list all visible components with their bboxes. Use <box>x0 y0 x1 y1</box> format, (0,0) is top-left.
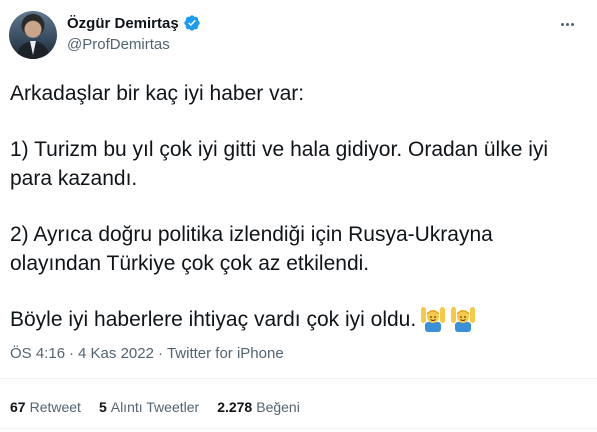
divider <box>0 378 597 379</box>
meta-separator: · <box>157 345 163 362</box>
tweet-card: Özgür Demirtaş @ProfDemirtas Arkadaşlar … <box>0 0 597 432</box>
tweet-paragraph-4: Böyle iyi haberlere ihtiyaç vardı çok iy… <box>10 305 585 334</box>
quote-count: 5 <box>98 399 107 415</box>
verified-badge-icon <box>184 15 200 31</box>
retweet-label: Retweet <box>29 399 81 415</box>
author-name-row: Özgür Demirtaş <box>67 14 201 32</box>
tweet-paragraph-4-text: Böyle iyi haberlere ihtiyaç vardı çok iy… <box>10 308 417 331</box>
like-stat[interactable]: 2.278 Beğeni <box>217 399 300 415</box>
tweet-date[interactable]: 4 Kas 2022 <box>78 345 154 362</box>
tweet-time[interactable]: ÖS 4:16 <box>10 345 65 362</box>
tweet-text: Arkadaşlar bir kaç iyi haber var: 1) Tur… <box>10 79 585 334</box>
more-options-icon[interactable] <box>555 14 579 34</box>
author-name[interactable]: Özgür Demirtaş <box>67 15 179 32</box>
meta-separator: · <box>69 345 75 362</box>
divider <box>0 428 597 429</box>
tweet-paragraph-1: Arkadaşlar bir kaç iyi haber var: <box>10 82 305 105</box>
retweet-stat[interactable]: 67 Retweet <box>10 399 81 415</box>
tweet-meta: ÖS 4:16 · 4 Kas 2022 · Twitter for iPhon… <box>10 345 284 362</box>
tweet-paragraph-3: 2) Ayrıca doğru politika izlendiği için … <box>10 223 493 275</box>
retweet-count: 67 <box>10 399 26 415</box>
tweet-paragraph-2: 1) Turizm bu yıl çok iyi gitti ve hala g… <box>10 138 549 190</box>
tweet-stats: 67 Retweet 5 Alıntı Tweetler 2.278 Beğeni <box>10 399 300 415</box>
like-count: 2.278 <box>217 399 253 415</box>
author-handle[interactable]: @ProfDemirtas <box>67 36 170 53</box>
raising-hands-person-icon <box>421 307 446 332</box>
avatar[interactable] <box>9 11 57 59</box>
raising-hands-person-icon <box>451 307 476 332</box>
quote-stat[interactable]: 5 Alıntı Tweetler <box>99 399 199 415</box>
quote-label: Alıntı Tweetler <box>110 399 200 415</box>
tweet-source[interactable]: Twitter for iPhone <box>167 345 284 362</box>
like-label: Beğeni <box>256 399 300 415</box>
